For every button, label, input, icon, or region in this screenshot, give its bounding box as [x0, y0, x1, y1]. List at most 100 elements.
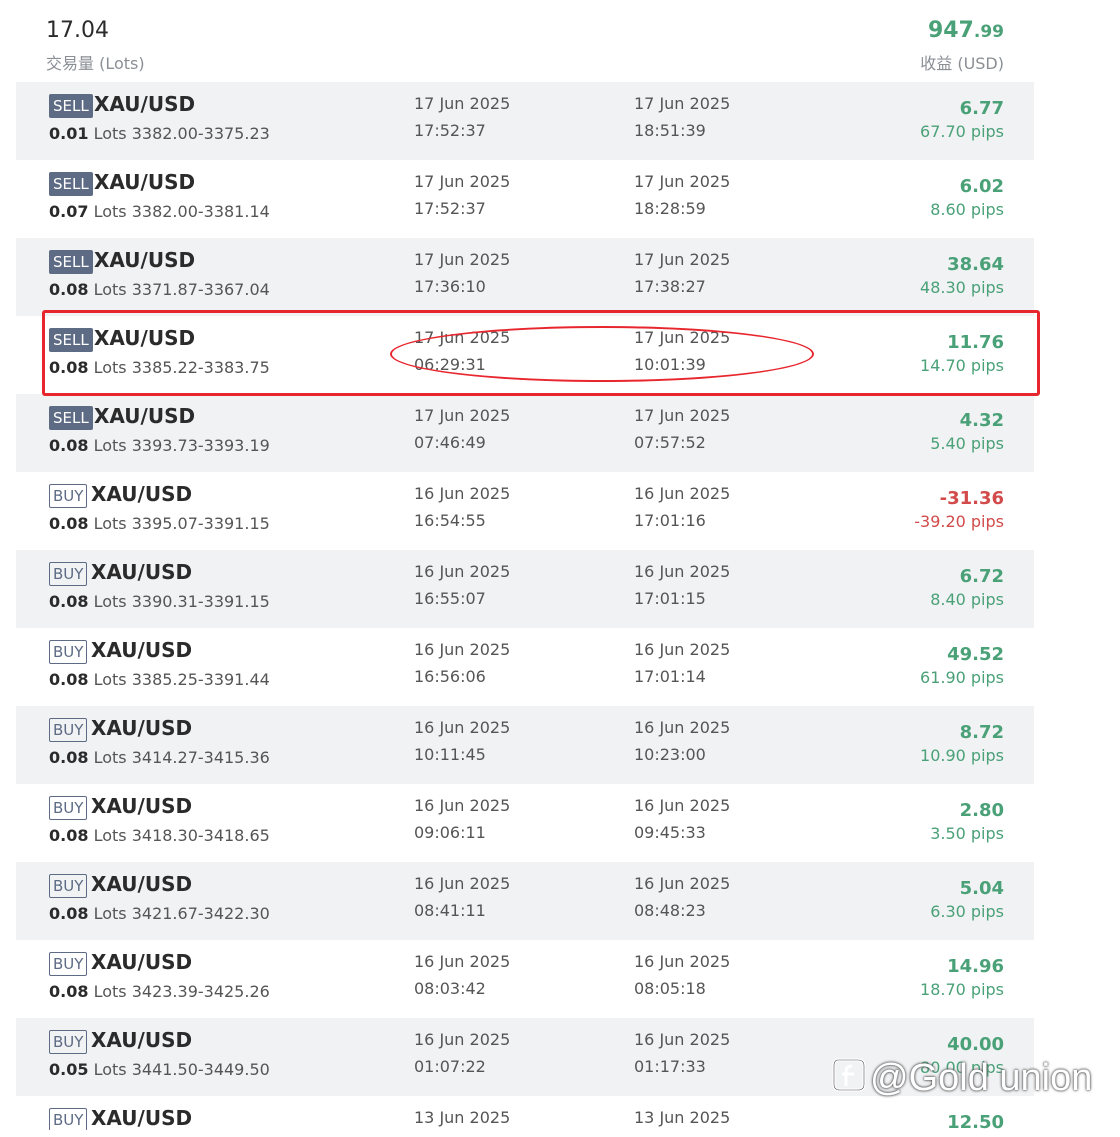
watermark: @Gold union	[832, 1056, 1092, 1102]
profit-value: 12.50	[947, 1112, 1004, 1130]
symbol: XAU/USD	[91, 1028, 193, 1052]
open-time: 16:55:07	[414, 589, 486, 608]
trade-row[interactable]: SELL XAU/USD 0.08 Lots 3371.87-3367.04 17 J…	[16, 238, 1034, 316]
open-date: 17 Jun 2025	[414, 172, 511, 191]
close-time: 08:05:18	[634, 979, 706, 998]
lots-unit: Lots	[93, 592, 127, 611]
open-date: 17 Jun 2025	[414, 406, 511, 425]
lot-line: 0.08 Lots 3423.39-3425.26	[49, 982, 270, 1001]
close-time: 17:38:27	[634, 277, 706, 296]
open-time: 06:29:31	[414, 355, 486, 374]
open-time: 16:56:06	[414, 667, 486, 686]
profit-value: 6.72	[959, 566, 1004, 587]
lots-value: 0.05	[49, 1060, 89, 1079]
profit-value: 38.64	[947, 254, 1004, 275]
lots-unit: Lots	[93, 358, 127, 377]
lots-unit: Lots	[93, 280, 127, 299]
pips-value: 18.70 pips	[920, 980, 1004, 999]
pips-value: 61.90 pips	[920, 668, 1004, 687]
symbol: XAU/USD	[91, 1106, 193, 1130]
pips-value: 3.50 pips	[930, 824, 1004, 843]
lots-unit: Lots	[93, 1060, 127, 1079]
price-range: 3421.67-3422.30	[131, 904, 270, 923]
side-badge-buy: BUY	[49, 718, 88, 742]
trade-row[interactable]: BUY XAU/USD 0.08 Lots 3390.31-3391.15 16 Ju…	[16, 550, 1034, 628]
open-date: 16 Jun 2025	[414, 1030, 511, 1049]
trade-row[interactable]: BUY XAU/USD 0.08 Lots 3418.30-3418.65 16 Ju…	[16, 784, 1034, 862]
profit-value: -31.36	[939, 488, 1004, 509]
lot-line: 0.08 Lots 3385.22-3383.75	[49, 358, 270, 377]
side-badge-buy: BUY	[49, 952, 88, 976]
lot-line: 0.08 Lots 3418.30-3418.65	[49, 826, 270, 845]
open-time: 09:06:11	[414, 823, 486, 842]
price-range: 3414.27-3415.36	[131, 748, 270, 767]
price-range: 3371.87-3367.04	[131, 280, 270, 299]
watermark-text: @Gold union	[870, 1057, 1093, 1100]
total-profit-int: 947	[927, 18, 974, 43]
profit-value: 14.96	[947, 956, 1004, 977]
open-date: 16 Jun 2025	[414, 640, 511, 659]
lots-value: 0.08	[49, 826, 89, 845]
trade-row[interactable]: BUY XAU/USD 0.08 Lots 3423.39-3425.26 16 Ju…	[16, 940, 1034, 1018]
price-range: 3441.50-3449.50	[131, 1060, 270, 1079]
lots-value: 0.08	[49, 280, 89, 299]
pips-value: 67.70 pips	[920, 122, 1004, 141]
symbol: XAU/USD	[91, 560, 193, 584]
lot-line: 0.08 Lots 3414.27-3415.36	[49, 748, 270, 767]
side-badge-buy: BUY	[49, 1108, 88, 1130]
side-badge-buy: BUY	[49, 1030, 88, 1054]
close-time: 18:51:39	[634, 121, 706, 140]
pips-value: 5.40 pips	[930, 434, 1004, 453]
lots-unit: Lots	[93, 670, 127, 689]
pips-value: 8.60 pips	[930, 200, 1004, 219]
trade-row[interactable]: SELL XAU/USD 0.08 Lots 3393.73-3393.19 17 J…	[16, 394, 1034, 472]
lots-value: 0.01	[49, 124, 89, 143]
trade-row[interactable]: SELL XAU/USD 0.08 Lots 3385.22-3383.75 17 J…	[16, 316, 1034, 394]
profit-value: 5.04	[959, 878, 1004, 899]
symbol: XAU/USD	[91, 794, 193, 818]
close-date: 16 Jun 2025	[634, 718, 731, 737]
open-time: 07:46:49	[414, 433, 486, 452]
open-date: 16 Jun 2025	[414, 796, 511, 815]
trade-row[interactable]: SELL XAU/USD 0.01 Lots 3382.00-3375.23 17 J…	[16, 82, 1034, 160]
close-time: 01:17:33	[634, 1057, 706, 1076]
side-badge-buy: BUY	[49, 796, 88, 820]
lots-value: 0.08	[49, 982, 89, 1001]
side-badge-buy: BUY	[49, 874, 88, 898]
brand-logo-icon	[832, 1056, 866, 1104]
pips-value: 10.90 pips	[920, 746, 1004, 765]
open-date: 16 Jun 2025	[414, 874, 511, 893]
lots-value: 0.08	[49, 592, 89, 611]
open-date: 16 Jun 2025	[414, 952, 511, 971]
trade-row[interactable]: SELL XAU/USD 0.07 Lots 3382.00-3381.14 17 J…	[16, 160, 1034, 238]
profit-value: 11.76	[947, 332, 1004, 353]
trade-history-panel: 17.04 交易量 (Lots) 947.99 收益 (USD) SELL XAU…	[16, 6, 1034, 1130]
profit-value: 40.00	[947, 1034, 1004, 1055]
symbol: XAU/USD	[94, 170, 196, 194]
symbol: XAU/USD	[94, 248, 196, 272]
symbol: XAU/USD	[94, 404, 196, 428]
close-date: 13 Jun 2025	[634, 1108, 731, 1127]
trade-row[interactable]: BUY XAU/USD 0.08 Lots 3414.27-3415.36 16 Ju…	[16, 706, 1034, 784]
close-date: 16 Jun 2025	[634, 874, 731, 893]
lot-line: 0.01 Lots 3382.00-3375.23	[49, 124, 270, 143]
symbol: XAU/USD	[91, 716, 193, 740]
price-range: 3385.25-3391.44	[131, 670, 270, 689]
profit-value: 49.52	[947, 644, 1004, 665]
price-range: 3390.31-3391.15	[131, 592, 270, 611]
open-time: 17:52:37	[414, 199, 486, 218]
profit-value: 6.02	[959, 176, 1004, 197]
close-time: 10:01:39	[634, 355, 706, 374]
close-date: 17 Jun 2025	[634, 250, 731, 269]
trade-row[interactable]: BUY XAU/USD 0.08 Lots 3395.07-3391.15 16 Ju…	[16, 472, 1034, 550]
trade-row[interactable]: BUY XAU/USD 0.08 Lots 3385.25-3391.44 16 Ju…	[16, 628, 1034, 706]
trade-row[interactable]: BUY XAU/USD 0.08 Lots 3421.67-3422.30 16 Ju…	[16, 862, 1034, 940]
open-date: 16 Jun 2025	[414, 562, 511, 581]
open-date: 16 Jun 2025	[414, 484, 511, 503]
close-time: 17:01:14	[634, 667, 706, 686]
side-badge-buy: BUY	[49, 640, 88, 664]
lots-unit: Lots	[93, 514, 127, 533]
lot-line: 0.07 Lots 3382.00-3381.14	[49, 202, 270, 221]
total-lots-label: 交易量 (Lots)	[46, 54, 145, 73]
lots-unit: Lots	[93, 202, 127, 221]
